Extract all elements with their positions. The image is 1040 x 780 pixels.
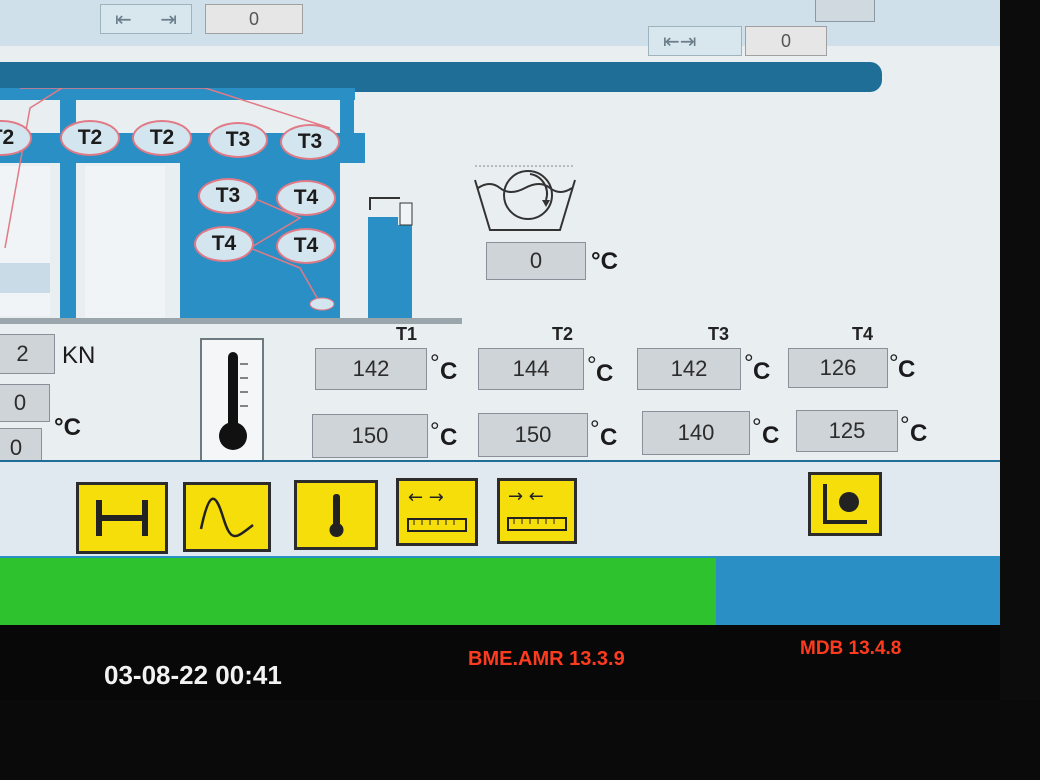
zone-t3-actual-unit: C — [753, 358, 771, 385]
zone-t4-setpoint-deg: ° — [900, 412, 910, 439]
corner-menu-button[interactable] — [815, 0, 875, 22]
bath-temp-field: 0 — [486, 242, 586, 280]
force-unit: KN — [62, 342, 96, 369]
zone-t4-setpoint-unit: C — [910, 420, 928, 447]
roll-t2-c: T2 — [132, 120, 192, 156]
zone-t1-setpoint[interactable]: 150 — [312, 414, 428, 458]
record-button[interactable] — [808, 472, 882, 536]
version-left-label: BME.AMR 13.3.9 — [468, 648, 625, 670]
zone-t1-setpoint-unit: C — [440, 424, 458, 451]
zone-t2-actual-unit: C — [596, 360, 614, 387]
winder-tank-graphic — [368, 197, 413, 320]
monitor-bezel-right — [1000, 0, 1040, 780]
wave-icon — [199, 497, 254, 538]
zone-t1-setpoint-deg: ° — [430, 418, 440, 445]
roll-t3-a: T3 — [208, 122, 268, 158]
zone-t4-actual-unit: C — [898, 356, 916, 383]
zone-t2-setpoint[interactable]: 150 — [478, 413, 588, 457]
zone-t3-actual: 142 — [637, 348, 741, 390]
temperature-button[interactable] — [294, 480, 378, 550]
zone-label-t3: T3 — [708, 324, 730, 344]
zone-t1-actual-unit: C — [440, 358, 458, 385]
left-temp-field-1: 0 — [0, 384, 50, 422]
roll-t3-c: T3 — [198, 178, 258, 214]
step-right-icon: ⇥ — [160, 8, 177, 31]
svg-text:← →: ← → — [408, 487, 444, 508]
thermometer-icon — [200, 338, 264, 462]
zone-label-t1: T1 — [396, 324, 418, 344]
step-left-icon: ⇤ — [115, 8, 132, 31]
wave-button[interactable] — [183, 482, 271, 552]
top-nav-bar: ⇤ ⇥ 0 ⇤⇥ 0 — [0, 0, 1000, 56]
version-right-label: MDB 13.4.8 — [800, 638, 902, 659]
expand-width-button[interactable]: ← → — [396, 478, 478, 546]
monitor-bezel-bottom — [0, 700, 1040, 780]
zone-t1-actual-deg: ° — [430, 350, 440, 377]
zone-t4-setpoint[interactable]: 125 — [796, 410, 898, 452]
svg-text:→ ←: → ← — [508, 486, 544, 507]
datetime-label: 03-08-22 00:41 — [104, 660, 282, 690]
roll-t3-b: T3 — [280, 124, 340, 160]
zone-t2-setpoint-deg: ° — [590, 416, 600, 443]
zone-t2-setpoint-unit: C — [600, 424, 618, 451]
bath-tank-icon — [474, 165, 576, 231]
bath-temp-unit: °C — [591, 248, 618, 275]
roll-t2-b: T2 — [60, 120, 120, 156]
roll-t4-a: T4 — [276, 180, 336, 216]
roll-t4-b: T4 — [194, 226, 254, 262]
contract-ruler-icon: → ← — [507, 486, 567, 531]
frame-icon — [96, 500, 148, 536]
hmi-screen: ⇤ ⇥ 0 ⇤⇥ 0 T2 T2 T2 T3 T3 T3 — [0, 0, 1000, 700]
zone-t1-actual: 142 — [315, 348, 427, 390]
force-field: 2 — [0, 334, 55, 374]
zone-t4-actual: 126 — [788, 348, 888, 388]
expand-ruler-icon: ← → — [407, 487, 467, 532]
thermometer-small-icon — [329, 494, 344, 537]
jog-right-button[interactable]: ⇤⇥ — [648, 26, 742, 56]
left-temp-unit: °C — [54, 414, 81, 441]
contract-width-button[interactable]: → ← — [497, 478, 577, 544]
record-icon — [823, 484, 867, 524]
frame-button[interactable] — [76, 482, 168, 554]
zone-t3-setpoint[interactable]: 140 — [642, 411, 750, 455]
zone-t3-setpoint-unit: C — [762, 422, 780, 449]
machine-schematic: T2 T2 T2 T3 T3 T3 T4 T4 T4 — [0, 87, 365, 320]
double-step-icon: ⇤⇥ — [663, 30, 697, 53]
machine-floor — [0, 318, 462, 324]
roll-t4-c: T4 — [276, 228, 336, 264]
right-counter-field: 0 — [745, 26, 827, 56]
left-counter-field: 0 — [205, 4, 303, 34]
zone-t3-setpoint-deg: ° — [752, 414, 762, 441]
zone-label-t2: T2 — [552, 324, 574, 344]
status-indicator-green — [0, 558, 716, 628]
zone-label-t4: T4 — [852, 324, 874, 344]
zone-t2-actual: 144 — [478, 348, 584, 390]
jog-left-button[interactable]: ⇤ ⇥ — [100, 4, 192, 34]
